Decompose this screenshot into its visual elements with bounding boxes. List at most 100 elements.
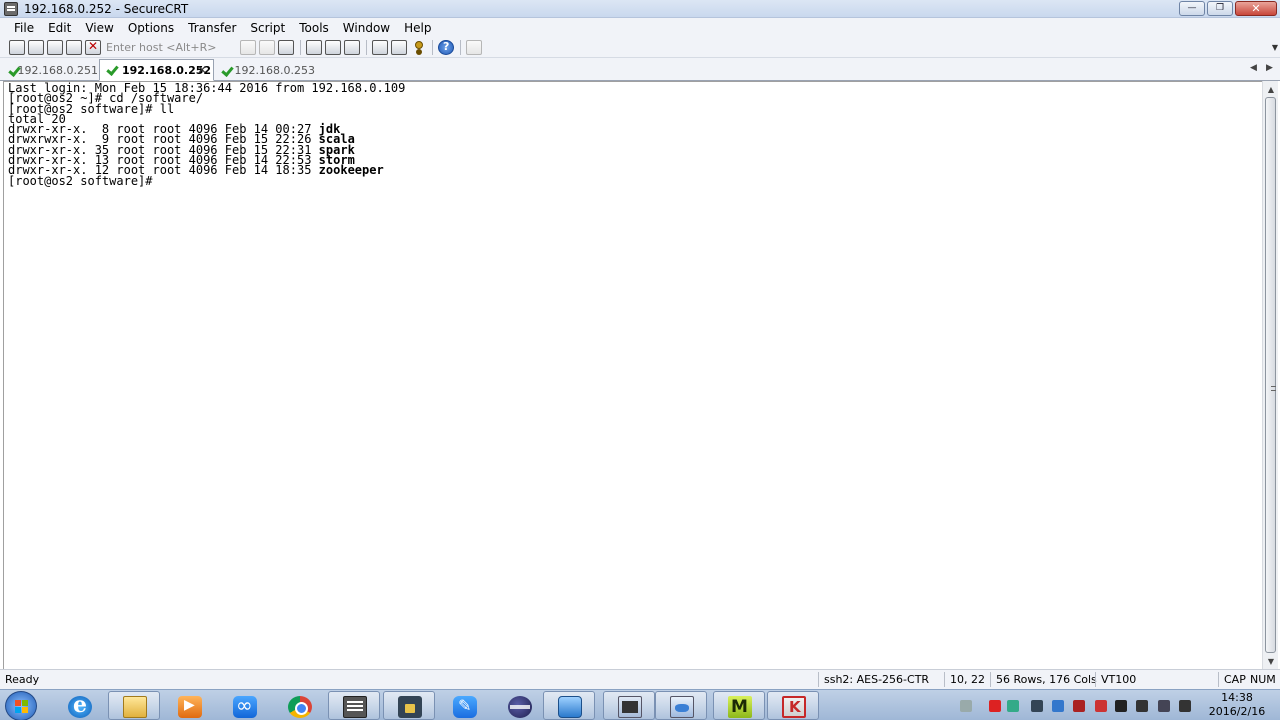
- quick-connect-icon[interactable]: [28, 39, 44, 55]
- system-tray: [955, 690, 1200, 720]
- tab-192-168-0-251[interactable]: 192.168.0.251: [2, 60, 98, 81]
- tray-app-icon[interactable]: [1007, 700, 1019, 712]
- connect-icon[interactable]: [9, 39, 25, 55]
- window-icon: [618, 696, 642, 718]
- status-divider: [944, 672, 945, 687]
- key-map-icon[interactable]: [410, 40, 426, 55]
- close-tab-icon[interactable]: ✕: [197, 63, 207, 77]
- tab-label: 192.168.0.253: [234, 64, 315, 77]
- tab-192-168-0-252[interactable]: 192.168.0.252 ✕: [99, 59, 214, 81]
- tray-app-icon[interactable]: [989, 700, 1001, 712]
- copy-icon[interactable]: [240, 39, 256, 55]
- toolbar: ▼: [0, 37, 1280, 58]
- terminal-screen[interactable]: Last login: Mon Feb 15 18:36:44 2016 fro…: [3, 81, 1262, 669]
- clock-time: 14:38: [1221, 691, 1253, 704]
- start-button[interactable]: [5, 691, 37, 720]
- window-title: 192.168.0.252 - SecureCRT: [24, 1, 189, 16]
- session-tab-bar: 192.168.0.251 192.168.0.252 ✕ 192.168.0.…: [0, 58, 1280, 81]
- virtualbox-icon: [558, 696, 582, 718]
- m-letter-icon: [728, 696, 752, 718]
- close-window-button[interactable]: ✕: [1235, 1, 1277, 16]
- tab-label: 192.168.0.251: [17, 64, 98, 77]
- session-options-icon[interactable]: [372, 39, 388, 55]
- sftp-icon[interactable]: [466, 39, 482, 55]
- menu-transfer[interactable]: Transfer: [181, 21, 243, 35]
- taskbar-m-app[interactable]: [713, 691, 765, 720]
- securecrt-app-icon[interactable]: [4, 1, 18, 16]
- windows-taskbar: 14:38 2016/2/16: [0, 689, 1280, 720]
- find-icon[interactable]: [278, 39, 294, 55]
- taskbar-window-app[interactable]: [603, 691, 655, 720]
- taskbar-ie[interactable]: [53, 691, 105, 720]
- print-setup-icon[interactable]: [344, 39, 360, 55]
- taskbar-k-app[interactable]: [767, 691, 819, 720]
- media-player-icon: [178, 696, 202, 718]
- menu-bar: File Edit View Options Transfer Script T…: [0, 18, 1280, 37]
- tab-192-168-0-253[interactable]: 192.168.0.253: [215, 60, 315, 81]
- status-bar: Ready ssh2: AES-256-CTR 10, 22 56 Rows, …: [0, 669, 1280, 689]
- taskbar-securefx[interactable]: [383, 691, 435, 720]
- taskbar-explorer[interactable]: [108, 691, 160, 720]
- tab-scroll-left-icon[interactable]: ◀: [1250, 63, 1257, 73]
- taskbar-securecrt[interactable]: [328, 691, 380, 720]
- taskbar-network-app[interactable]: [655, 691, 707, 720]
- toolbar-separator: [366, 39, 367, 55]
- taskbar-baidu-cloud[interactable]: [218, 691, 270, 720]
- paste-icon[interactable]: [259, 39, 275, 55]
- internet-explorer-icon: [68, 692, 92, 718]
- keyboard-icon[interactable]: [960, 700, 972, 712]
- status-divider: [990, 672, 991, 687]
- menu-tools[interactable]: Tools: [292, 21, 336, 35]
- connect-in-tab-icon[interactable]: [47, 39, 63, 55]
- taskbar-notes[interactable]: [438, 691, 490, 720]
- help-icon[interactable]: [438, 39, 454, 55]
- window-controls: — ❐ ✕: [1179, 1, 1277, 16]
- taskbar-clock[interactable]: 14:38 2016/2/16: [1200, 691, 1274, 719]
- minimize-button[interactable]: —: [1179, 1, 1205, 16]
- restore-button[interactable]: ❐: [1207, 1, 1233, 16]
- terminal-line: drwxr-xr-x. 12 root root 4096 Feb 14 18:…: [8, 163, 384, 178]
- status-emulation: VT100: [1101, 673, 1137, 686]
- menu-help[interactable]: Help: [397, 21, 438, 35]
- tray-windows-icon[interactable]: [1031, 700, 1043, 712]
- toolbar-separator: [300, 39, 301, 55]
- menu-file[interactable]: File: [7, 21, 41, 35]
- reconnect-icon[interactable]: [66, 39, 82, 55]
- tab-scroll-right-icon[interactable]: ▶: [1266, 63, 1273, 73]
- tray-shield-icon[interactable]: [1073, 700, 1085, 712]
- network-icon: [670, 696, 694, 718]
- scroll-down-icon[interactable]: ▼: [1263, 653, 1279, 669]
- connected-check-icon: [8, 66, 14, 76]
- network-status-icon[interactable]: [1158, 700, 1170, 712]
- global-options-icon[interactable]: [391, 39, 407, 55]
- menu-window[interactable]: Window: [336, 21, 397, 35]
- toolbar-separator: [432, 39, 433, 55]
- scrollbar-thumb[interactable]: [1265, 97, 1276, 653]
- taskbar-virtualbox[interactable]: [543, 691, 595, 720]
- print-icon[interactable]: [306, 39, 322, 55]
- tray-app-icon[interactable]: [1052, 700, 1064, 712]
- menu-edit[interactable]: Edit: [41, 21, 78, 35]
- scroll-up-icon[interactable]: ▲: [1263, 81, 1279, 97]
- disconnect-icon[interactable]: [85, 39, 101, 55]
- menu-options[interactable]: Options: [121, 21, 181, 35]
- pen-icon: [453, 696, 477, 718]
- tray-app-icon[interactable]: [1095, 700, 1107, 712]
- enter-host-input[interactable]: [104, 39, 234, 55]
- tray-app-icon[interactable]: [1136, 700, 1148, 712]
- menu-view[interactable]: View: [78, 21, 120, 35]
- status-cursor-position: 10, 22: [950, 673, 985, 686]
- taskbar-eclipse[interactable]: [493, 691, 545, 720]
- print-selection-icon[interactable]: [325, 39, 341, 55]
- connected-check-icon: [106, 65, 118, 75]
- menu-script[interactable]: Script: [243, 21, 292, 35]
- taskbar-chrome[interactable]: [273, 691, 325, 720]
- terminal-icon: [343, 696, 367, 718]
- taskbar-media-player[interactable]: [163, 691, 215, 720]
- volume-icon[interactable]: [1179, 700, 1191, 712]
- status-num-lock: NUM: [1250, 673, 1276, 686]
- toolbar-overflow-icon[interactable]: ▼: [1272, 43, 1278, 52]
- status-caps-lock: CAP: [1224, 673, 1246, 686]
- terminal-scrollbar[interactable]: ▲ ▼: [1262, 81, 1278, 669]
- qq-icon[interactable]: [1115, 700, 1127, 712]
